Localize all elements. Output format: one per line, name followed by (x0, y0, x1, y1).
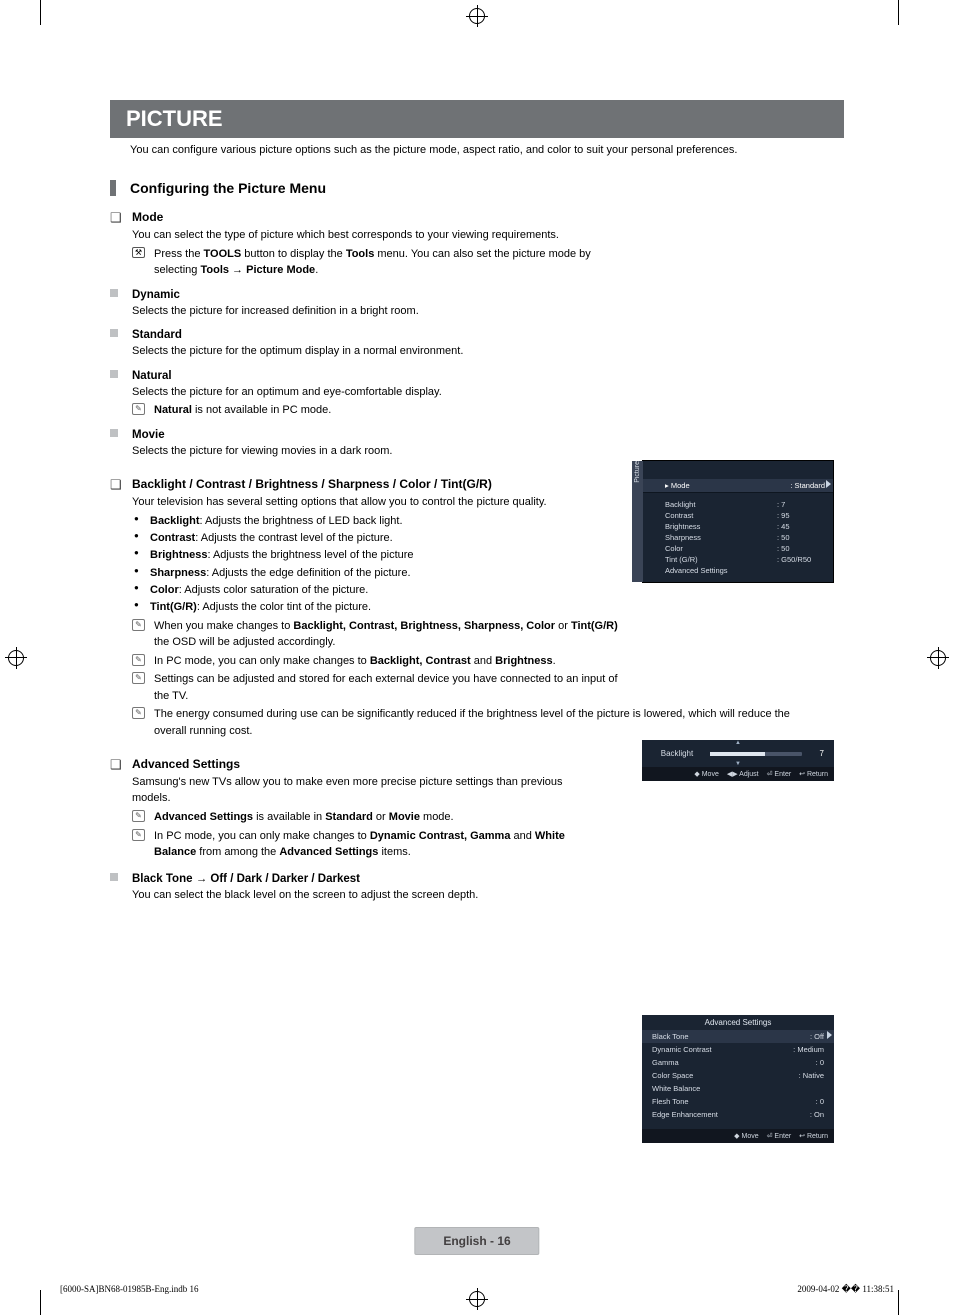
movie-heading: Movie (132, 429, 165, 441)
registration-mark-icon (8, 650, 24, 666)
square-bullet-icon (110, 289, 118, 297)
page-footer-center: English - 16 (414, 1227, 539, 1255)
tint-item: Tint(G/R): Adjusts the color tint of the… (132, 599, 620, 616)
square-bullet-icon (110, 370, 118, 378)
footer-right: 2009-04-02 �� 11:38:51 (797, 1284, 894, 1295)
blacktone-desc: You can select the black level on the sc… (132, 887, 620, 904)
tools-text: Press the TOOLS button to display the To… (154, 248, 591, 277)
list-bullet-icon: ❑ (110, 210, 122, 226)
blacktone-heading: Black Tone → Off / Dark / Darker / Darke… (132, 873, 360, 885)
note-icon: ✎ (132, 403, 145, 415)
brightness-item: Brightness: Adjusts the brightness level… (132, 547, 620, 564)
adv-note1: Advanced Settings is available in Standa… (154, 811, 454, 823)
color-item: Color: Adjusts color saturation of the p… (132, 582, 620, 599)
osd-advanced-settings: Advanced Settings Black Tone: OffDynamic… (642, 1015, 834, 1143)
mode-heading: Mode (132, 210, 163, 224)
page-title: PICTURE (110, 100, 844, 138)
advanced-heading: Advanced Settings (132, 757, 240, 771)
footer-left: [6000-SA]BN68-01985B-Eng.indb 16 (60, 1284, 199, 1295)
note-energy: The energy consumed during use can be si… (154, 708, 790, 737)
square-bullet-icon (110, 873, 118, 881)
tools-icon: ⚒ (132, 247, 145, 258)
settings-heading: Backlight / Contrast / Brightness / Shar… (132, 477, 492, 491)
natural-desc: Selects the picture for an optimum and e… (132, 384, 620, 401)
adv-note2: In PC mode, you can only make changes to… (154, 830, 565, 859)
note-osd: When you make changes to Backlight, Cont… (154, 620, 618, 649)
dynamic-desc: Selects the picture for increased defini… (132, 303, 620, 320)
osd-backlight-slider: ▲ Backlight 7 ▼ ◆ Move◀▶ Adjust⏎ Enter↩ … (642, 740, 834, 781)
list-bullet-icon: ❑ (110, 757, 122, 773)
note-icon: ✎ (132, 707, 145, 719)
list-bullet-icon: ❑ (110, 477, 122, 493)
note-stored: Settings can be adjusted and stored for … (154, 673, 618, 702)
advanced-desc: Samsung's new TVs allow you to make even… (132, 775, 602, 807)
section-marker-icon (110, 180, 116, 196)
standard-desc: Selects the picture for the optimum disp… (132, 343, 620, 360)
natural-heading: Natural (132, 370, 172, 382)
note-icon: ✎ (132, 619, 145, 631)
contrast-item: Contrast: Adjusts the contrast level of … (132, 530, 620, 547)
standard-heading: Standard (132, 329, 182, 341)
note-pc: In PC mode, you can only make changes to… (154, 655, 556, 667)
note-icon: ✎ (132, 654, 145, 666)
registration-mark-icon (930, 650, 946, 666)
section-title: Configuring the Picture Menu (130, 180, 326, 196)
sharpness-item: Sharpness: Adjusts the edge definition o… (132, 565, 620, 582)
intro-text: You can configure various picture option… (130, 144, 844, 156)
backlight-item: Backlight: Adjusts the brightness of LED… (132, 513, 620, 530)
movie-desc: Selects the picture for viewing movies i… (132, 443, 620, 460)
dynamic-heading: Dynamic (132, 289, 180, 301)
natural-note: Natural is not available in PC mode. (154, 404, 331, 416)
square-bullet-icon (110, 329, 118, 337)
note-icon: ✎ (132, 672, 145, 684)
osd-picture-menu: Picture ▸ Mode : Standard Backlight: 7Co… (642, 460, 834, 583)
note-icon: ✎ (132, 829, 145, 841)
settings-desc: Your television has several setting opti… (132, 495, 620, 511)
note-icon: ✎ (132, 810, 145, 822)
square-bullet-icon (110, 429, 118, 437)
mode-desc: You can select the type of picture which… (132, 228, 620, 244)
